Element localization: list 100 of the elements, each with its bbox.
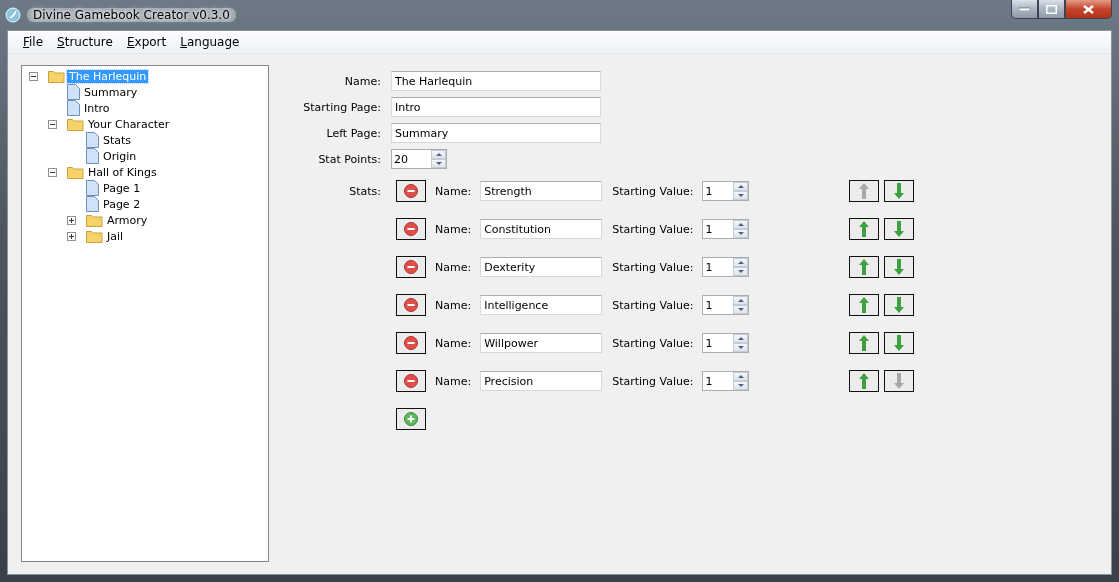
plus-icon [69, 233, 74, 239]
name-field[interactable]: Constitution [480, 219, 603, 239]
spin-up-button[interactable] [733, 182, 749, 191]
number-spinner[interactable]: 1 [702, 295, 750, 315]
remove-button[interactable] [396, 218, 426, 240]
folder-icon [86, 229, 103, 243]
tree-item[interactable]: Page 1 [101, 181, 143, 195]
name-label: Name: [435, 260, 472, 274]
spin-down-button[interactable] [733, 305, 749, 314]
expand-toggle[interactable] [67, 215, 76, 225]
spin-up-button[interactable] [733, 296, 749, 305]
collapse-toggle[interactable] [48, 167, 57, 177]
spin-down-button[interactable] [733, 343, 749, 352]
number-spinner[interactable]: 1 [702, 333, 750, 353]
number-spinner[interactable]: 1 [702, 371, 750, 391]
remove-button[interactable] [396, 256, 426, 278]
remove-icon [404, 184, 418, 198]
text-field[interactable]: The Harlequin [391, 71, 601, 91]
minus-icon [50, 169, 55, 175]
menu-item[interactable]: Structure [50, 35, 120, 49]
add-button[interactable] [396, 408, 426, 430]
up-arrow-icon [859, 183, 870, 199]
minus-icon [50, 121, 55, 127]
spin-up-button[interactable] [733, 372, 749, 381]
up-arrow-icon [859, 259, 870, 275]
starting-value-label: Starting Value: [612, 184, 694, 198]
plus-icon [69, 217, 74, 223]
name-field[interactable]: Dexterity [480, 257, 603, 277]
number-spinner[interactable]: 20 [391, 149, 447, 169]
app-logo-icon [5, 7, 21, 23]
minimize-button[interactable] [1011, 0, 1038, 19]
spin-up-button[interactable] [431, 150, 446, 159]
close-button[interactable] [1065, 0, 1112, 19]
tree-item[interactable]: Hall of Kings [86, 165, 159, 179]
maximize-button[interactable] [1038, 0, 1065, 19]
collapse-toggle[interactable] [48, 119, 57, 129]
name-field[interactable]: Willpower [480, 333, 603, 353]
move-down-button[interactable] [884, 256, 915, 278]
tree-item[interactable]: Summary [82, 85, 140, 99]
move-down-button[interactable] [884, 180, 915, 202]
remove-icon [404, 374, 418, 388]
remove-icon [404, 260, 418, 274]
spin-down-button[interactable] [431, 159, 446, 168]
spin-up-button[interactable] [733, 334, 749, 343]
move-up-button[interactable] [849, 294, 880, 316]
move-up-button[interactable] [849, 256, 880, 278]
move-down-button[interactable] [884, 332, 915, 354]
number-spinner[interactable]: 1 [702, 257, 750, 277]
move-up-button[interactable] [849, 370, 880, 392]
name-field[interactable]: Strength [480, 181, 603, 201]
spin-up-button[interactable] [733, 258, 749, 267]
spin-down-button[interactable] [733, 191, 749, 200]
field-label: Stat Points: [317, 152, 382, 166]
remove-button[interactable] [396, 180, 426, 202]
remove-icon [404, 298, 418, 312]
tree-item[interactable]: Jail [105, 229, 126, 243]
tree-item[interactable]: Armory [105, 213, 150, 227]
starting-value-label: Starting Value: [612, 336, 694, 350]
number-spinner[interactable]: 1 [702, 181, 750, 201]
menu-item[interactable]: Language [173, 35, 247, 49]
field-label: Starting Page: [302, 100, 382, 114]
tree-item[interactable]: Your Character [86, 117, 172, 131]
remove-button[interactable] [396, 294, 426, 316]
page-icon [86, 148, 99, 164]
tree-item[interactable]: Intro [82, 101, 112, 115]
starting-value-label: Starting Value: [612, 374, 694, 388]
text-field[interactable]: Summary [391, 123, 601, 143]
down-caret-icon [737, 232, 744, 235]
up-arrow-icon [859, 373, 870, 389]
up-arrow-icon [859, 221, 870, 237]
up-caret-icon [737, 299, 744, 302]
tree-item[interactable]: Stats [101, 133, 134, 147]
starting-value-label: Starting Value: [612, 222, 694, 236]
add-icon [404, 412, 418, 426]
number-spinner[interactable]: 1 [702, 219, 750, 239]
move-up-button[interactable] [849, 218, 880, 240]
remove-icon [404, 336, 418, 350]
move-down-button[interactable] [884, 218, 915, 240]
menu-item[interactable]: File [16, 35, 51, 49]
name-field[interactable]: Precision [480, 371, 603, 391]
folder-icon [67, 165, 84, 179]
tree-item[interactable]: Page 2 [101, 197, 143, 211]
move-down-button[interactable] [884, 294, 915, 316]
spin-down-button[interactable] [733, 229, 749, 238]
collapse-toggle[interactable] [29, 71, 38, 81]
spin-down-button[interactable] [733, 267, 749, 276]
expand-toggle[interactable] [67, 231, 76, 241]
up-caret-icon [435, 153, 442, 156]
folder-icon [86, 213, 103, 227]
move-up-button[interactable] [849, 332, 880, 354]
tree-item[interactable]: Origin [101, 149, 139, 163]
text-field[interactable]: Intro [391, 97, 601, 117]
remove-button[interactable] [396, 370, 426, 392]
remove-button[interactable] [396, 332, 426, 354]
remove-icon [404, 222, 418, 236]
stats-label: Stats: [348, 184, 382, 198]
spin-down-button[interactable] [733, 381, 749, 390]
spin-up-button[interactable] [733, 220, 749, 229]
menu-item[interactable]: Export [119, 35, 174, 49]
name-field[interactable]: Intelligence [480, 295, 603, 315]
